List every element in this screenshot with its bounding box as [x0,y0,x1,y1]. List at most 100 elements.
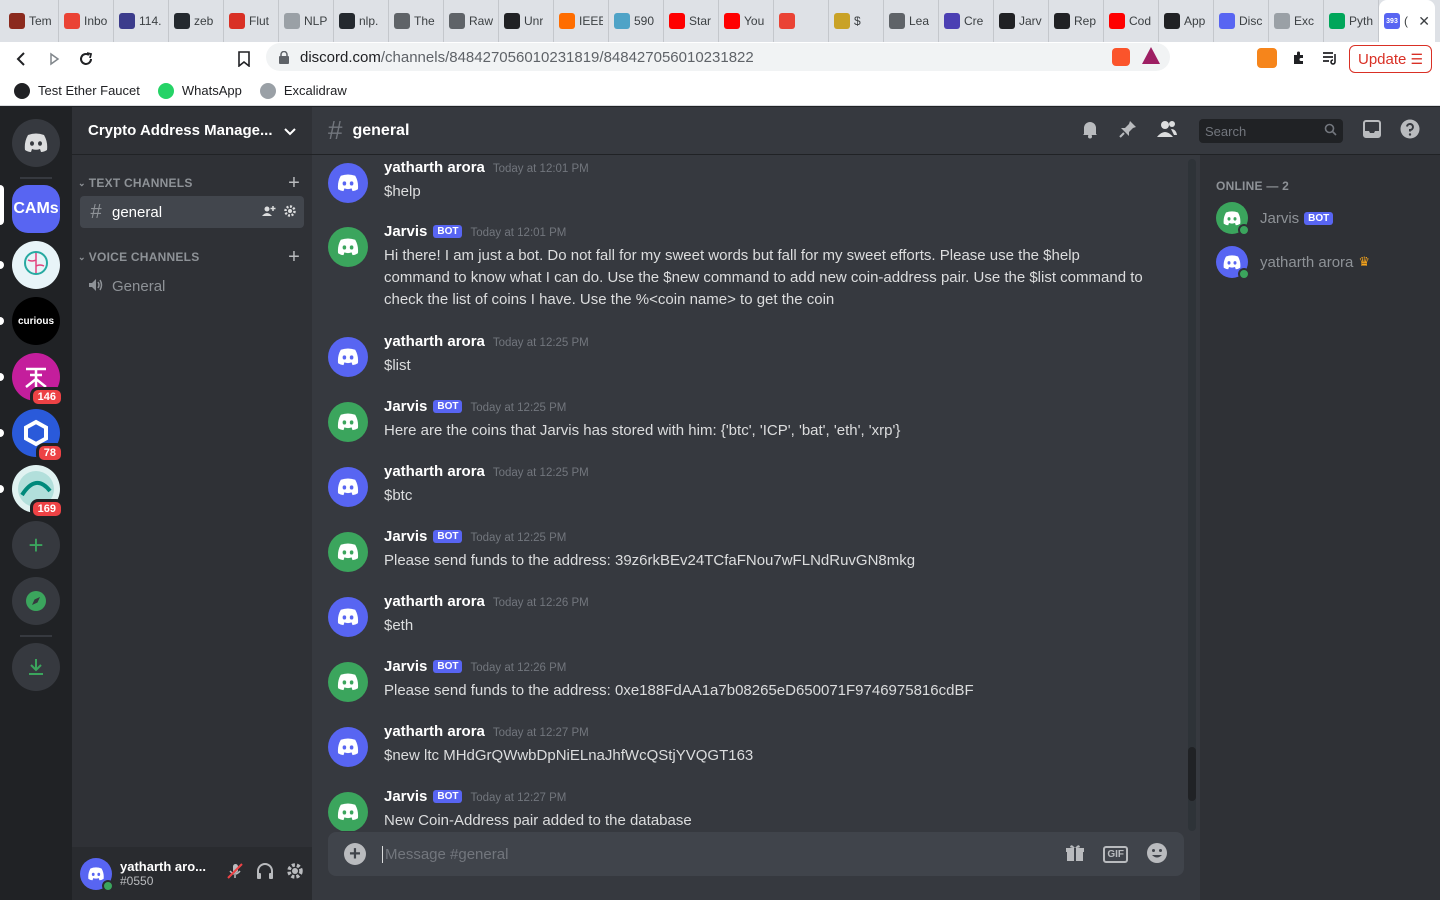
avatar[interactable] [328,792,368,831]
add-server-button[interactable]: + [12,521,60,569]
server-icon[interactable]: CAMs [12,185,60,233]
message-author[interactable]: Jarvis [384,223,427,240]
help-icon[interactable] [1400,119,1420,145]
member-list-icon[interactable] [1156,119,1178,145]
forward-icon[interactable] [38,45,70,73]
pinned-messages-icon[interactable] [1118,119,1138,145]
gift-icon[interactable] [1065,843,1085,866]
headphones-icon[interactable] [256,862,274,885]
browser-tab[interactable]: Unr [499,0,554,42]
browser-tab[interactable]: zeb [169,0,224,42]
invite-icon[interactable] [262,205,276,220]
active-tab[interactable]: 393 ( ✕ [1379,0,1435,42]
user-settings-gear-icon[interactable] [286,862,304,885]
browser-tab[interactable]: Rep [1049,0,1104,42]
avatar[interactable] [328,163,368,203]
browser-tab[interactable]: Raw [444,0,499,42]
search-input[interactable]: Search [1199,119,1343,143]
browser-tab[interactable]: NLP [279,0,334,42]
server-icon[interactable] [12,241,60,289]
metamask-icon[interactable] [1257,48,1277,68]
server-icon[interactable]: 169 [12,465,64,519]
avatar[interactable] [328,467,368,507]
emoji-icon[interactable] [1146,842,1168,867]
browser-tab[interactable]: The [389,0,444,42]
avatar[interactable] [328,532,368,572]
avatar[interactable] [328,402,368,442]
gif-icon[interactable]: GIF [1103,845,1128,863]
new-tab-button[interactable]: + [1435,0,1440,42]
avatar[interactable] [328,727,368,767]
download-apps-button[interactable] [12,643,60,691]
message-author[interactable]: Jarvis [384,658,427,675]
browser-tab[interactable]: Disc [1214,0,1269,42]
scrollbar-thumb[interactable] [1188,747,1196,801]
address-bar[interactable]: discord.com/channels/848427056010231819/… [266,43,1170,71]
browser-tab[interactable]: Pyth [1324,0,1379,42]
browser-tab[interactable]: Exc [1269,0,1324,42]
browser-tab[interactable]: Tem [4,0,59,42]
explore-servers-button[interactable] [12,577,60,625]
mute-mic-icon[interactable] [226,862,244,885]
extensions-puzzle-icon[interactable] [1289,48,1309,68]
text-channels-category[interactable]: ⌄ TEXT CHANNELS + [78,172,304,195]
message-author[interactable]: Jarvis [384,398,427,415]
browser-tab[interactable]: Cod [1104,0,1159,42]
server-icon[interactable]: curious [12,297,60,345]
browser-tab[interactable]: Lea [884,0,939,42]
browser-tab[interactable]: 590 [609,0,664,42]
channel-item-voice-general[interactable]: General [80,270,304,302]
inbox-icon[interactable] [1362,119,1382,145]
avatar[interactable] [328,662,368,702]
create-channel-icon[interactable]: + [288,172,300,195]
browser-tab[interactable]: nlp. [334,0,389,42]
message-author[interactable]: yatharth arora [384,159,485,176]
discord-home-button[interactable] [12,119,60,167]
message-author[interactable]: yatharth arora [384,593,485,610]
attach-plus-button[interactable]: + [344,843,366,865]
browser-tab[interactable]: 114. [114,0,169,42]
message-author[interactable]: yatharth arora [384,463,485,480]
message-input[interactable] [382,845,1066,863]
create-channel-icon[interactable]: + [288,246,300,269]
bookmark-item[interactable]: Test Ether Faucet [14,82,140,99]
update-button[interactable]: Update ☰ [1349,45,1432,73]
browser-tab[interactable]: You [719,0,774,42]
avatar[interactable] [328,227,368,267]
gear-icon[interactable] [284,204,296,220]
avatar[interactable] [80,857,114,892]
brave-rewards-icon[interactable] [1142,47,1160,64]
server-header[interactable]: Crypto Address Manage... [72,107,312,155]
notification-bell-icon[interactable] [1080,119,1100,145]
browser-tab[interactable]: IEEE [554,0,609,42]
reload-icon[interactable] [70,45,102,73]
bookmark-icon[interactable] [228,45,260,73]
channel-item-general[interactable]: # general [80,196,304,228]
bookmark-item[interactable]: Excalidraw [259,82,347,99]
browser-tab[interactable] [774,0,829,42]
browser-tab[interactable]: $ [829,0,884,42]
back-icon[interactable] [6,45,38,73]
browser-tab[interactable]: Jarv [994,0,1049,42]
close-tab-icon[interactable]: ✕ [1418,13,1430,30]
avatar[interactable] [328,597,368,637]
message-author[interactable]: yatharth arora [384,333,485,350]
browser-tab[interactable]: Flut [224,0,279,42]
browser-tab[interactable]: Inbo [59,0,114,42]
browser-tab[interactable]: App [1159,0,1214,42]
server-icon[interactable]: 146 [12,353,64,407]
scrollbar-track[interactable] [1188,159,1196,831]
browser-tab[interactable]: Star [664,0,719,42]
server-icon[interactable]: 78 [12,409,64,463]
member-item[interactable]: Jarvis BOT [1216,197,1436,239]
member-item[interactable]: yatharth arora ♛ [1216,241,1436,283]
browser-tab[interactable]: Cre [939,0,994,42]
avatar[interactable] [328,337,368,377]
message-author[interactable]: Jarvis [384,528,427,545]
bookmark-item[interactable]: WhatsApp [157,82,242,99]
message-author[interactable]: yatharth arora [384,723,485,740]
voice-channels-category[interactable]: ⌄ VOICE CHANNELS + [78,246,304,269]
message-author[interactable]: Jarvis [384,788,427,805]
brave-shield-icon[interactable] [1112,48,1130,66]
reading-list-icon[interactable] [1320,48,1340,68]
